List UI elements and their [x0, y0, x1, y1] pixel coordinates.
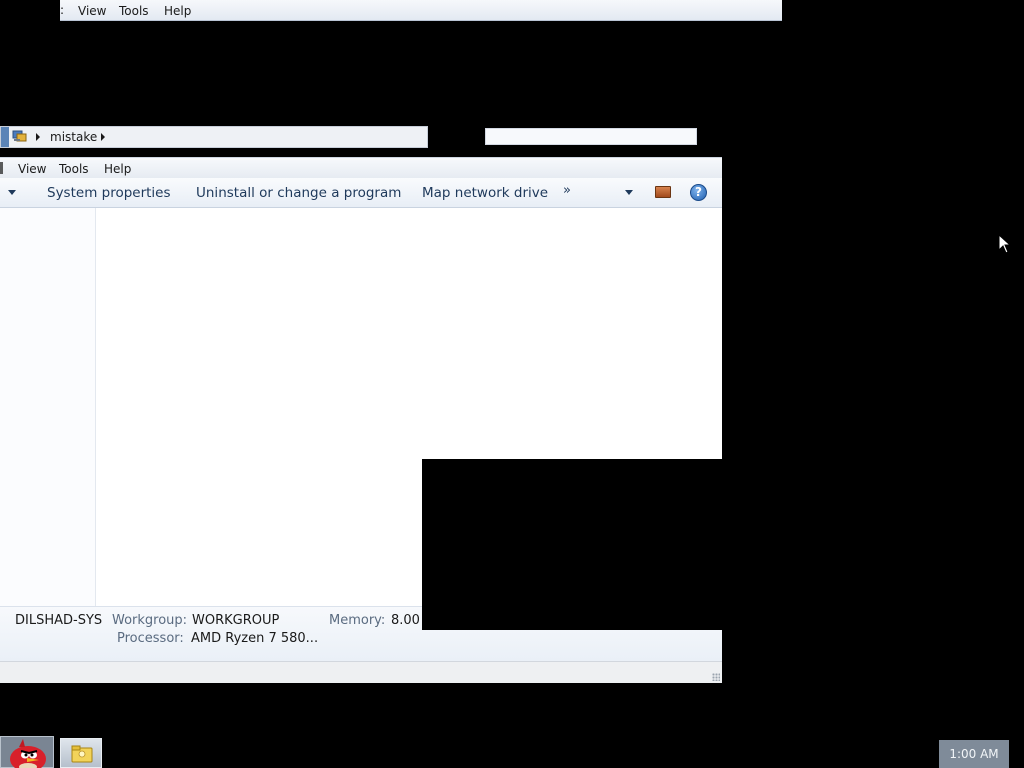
mouse-cursor [998, 234, 1012, 254]
black-occluding-region [422, 459, 722, 630]
uninstall-program-button[interactable]: Uninstall or change a program [196, 185, 401, 201]
computer-icon [12, 130, 27, 142]
system-properties-button[interactable]: System properties [47, 185, 171, 201]
resize-grip[interactable] [712, 673, 720, 681]
more-commands-chevron[interactable]: » [563, 183, 571, 198]
folder-icon [71, 745, 93, 763]
help-icon[interactable]: ? [690, 184, 707, 201]
organize-dropdown-arrow[interactable] [8, 190, 16, 195]
menu-help[interactable]: Help [164, 4, 191, 18]
menu-view[interactable]: View [18, 162, 46, 176]
angry-bird-icon [10, 739, 46, 768]
taskbar-explorer-button[interactable] [60, 738, 102, 768]
memory-value: 8.00 [391, 613, 420, 628]
menu-help[interactable]: Help [104, 162, 131, 176]
taskbar-angry-birds-button[interactable] [0, 736, 54, 768]
taskbar-clock[interactable]: 1:00 AM [939, 740, 1009, 768]
top-window-menubar: : View Tools Help [60, 0, 782, 21]
memory-label: Memory: [329, 613, 386, 628]
orange-preview-icon[interactable] [655, 186, 671, 198]
address-bar-edge [1, 127, 9, 147]
processor-value: AMD Ryzen 7 580... [191, 631, 319, 646]
main-menubar: View Tools Help [0, 157, 722, 178]
menu-tools[interactable]: Tools [59, 162, 89, 176]
search-input[interactable] [485, 128, 697, 145]
map-network-drive-button[interactable]: Map network drive [422, 185, 548, 201]
address-bar[interactable]: mistake [0, 126, 428, 148]
menubar-fragment: : [60, 3, 65, 17]
status-bar [0, 661, 722, 683]
menu-tools[interactable]: Tools [119, 4, 149, 18]
breadcrumb-arrow[interactable] [101, 133, 105, 141]
menu-view[interactable]: View [78, 4, 106, 18]
navigation-pane[interactable] [0, 208, 96, 606]
command-toolbar: System properties Uninstall or change a … [0, 178, 722, 208]
workgroup-label: Workgroup: [112, 613, 188, 628]
breadcrumb-arrow[interactable] [36, 133, 40, 141]
view-options-dropdown-arrow[interactable] [625, 190, 633, 195]
menubar-fragment [0, 162, 3, 174]
processor-label: Processor: [117, 631, 184, 646]
workgroup-value: WORKGROUP [192, 613, 280, 628]
breadcrumb-item[interactable]: mistake [50, 130, 97, 144]
computer-name: DILSHAD-SYS [15, 613, 103, 628]
